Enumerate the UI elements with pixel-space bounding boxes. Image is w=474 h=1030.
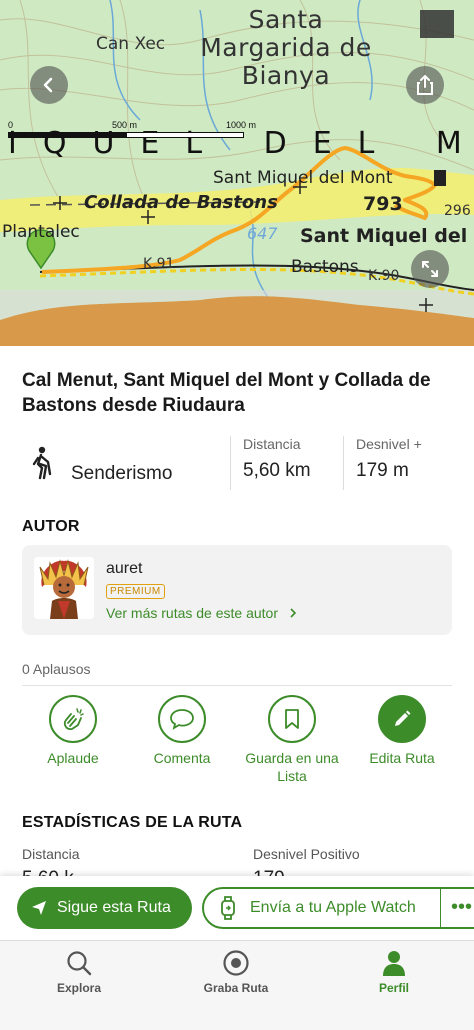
- author-card[interactable]: auret PREMIUM Ver más rutas de este auto…: [22, 545, 452, 635]
- clap-icon: [63, 708, 84, 730]
- tab-graba-ruta-label: Graba Ruta: [203, 981, 269, 995]
- navigation-arrow-icon: [32, 901, 46, 915]
- map-label-water: 647: [247, 224, 278, 243]
- elevation-value: 179 m: [356, 460, 409, 481]
- send-to-watch-label: Envía a tu Apple Watch: [250, 899, 416, 916]
- scale-segment-2: [126, 132, 244, 138]
- watch-icon: [221, 896, 235, 920]
- search-icon: [67, 951, 92, 976]
- map-label-elevation: 793: [363, 193, 403, 215]
- chevron-left-icon: [43, 77, 53, 93]
- chevron-right-icon: [290, 608, 297, 618]
- scale-tick-500: 500 m: [112, 120, 138, 130]
- comment-button-circle[interactable]: [158, 695, 206, 743]
- author-section-title: AUTOR: [22, 518, 80, 535]
- map-label-peak-big: Sant Miquel del: [300, 225, 468, 247]
- record-icon: [223, 950, 249, 976]
- stats-distance-label: Distancia: [22, 846, 80, 862]
- map-label-plantalec: Plantalec: [2, 222, 80, 242]
- back-button[interactable]: [30, 66, 68, 104]
- edit-route-button-circle[interactable]: [378, 695, 426, 743]
- save-to-list-label: Guarda en una Lista: [245, 750, 339, 784]
- distance-label: Distancia: [243, 436, 301, 452]
- map-label-collada: Collada de Bastons: [84, 192, 278, 213]
- author-name[interactable]: auret: [106, 560, 142, 578]
- scale-segment-1: [8, 132, 126, 138]
- stats-section-title: ESTADÍSTICAS DE LA RUTA: [22, 814, 243, 831]
- distance-stat: Distancia 5,60 km: [230, 436, 344, 490]
- user-icon: [383, 951, 405, 976]
- applause-count: 0 Aplausos: [22, 661, 91, 677]
- route-summary: Senderismo Distancia 5,60 km Desnivel + …: [22, 436, 454, 490]
- map-scale: 0 500 m 1000 m: [8, 120, 268, 150]
- comment-icon: [170, 709, 194, 730]
- expand-icon: [422, 261, 438, 277]
- bookmark-icon: [285, 709, 299, 729]
- share-icon: [417, 75, 433, 95]
- applaud-label: Aplaude: [47, 750, 99, 766]
- author-avatar-image: [34, 557, 94, 619]
- more-options-button[interactable]: •••: [441, 887, 474, 929]
- more-author-routes-link[interactable]: Ver más rutas de este autor: [106, 605, 298, 621]
- comment-button[interactable]: Comenta: [127, 695, 237, 767]
- elevation-label: Desnivel +: [356, 436, 422, 452]
- elevation-stat: Desnivel + 179 m: [343, 436, 455, 490]
- scale-tick-1000: 1000 m: [226, 120, 257, 130]
- tab-perfil[interactable]: Perfil: [334, 947, 454, 995]
- follow-route-button[interactable]: Sigue esta Ruta: [17, 887, 192, 929]
- tab-explora[interactable]: Explora: [19, 947, 139, 995]
- send-to-watch-button[interactable]: Envía a tu Apple Watch: [202, 887, 442, 929]
- applaud-button[interactable]: Aplaude: [18, 695, 128, 767]
- edit-route-label: Edita Ruta: [369, 750, 435, 766]
- more-author-routes-label: Ver más rutas de este autor: [106, 605, 278, 621]
- map-label-bastons: Bastons: [291, 257, 359, 277]
- stats-elevation-label: Desnivel Positivo: [253, 846, 360, 862]
- map-label-k91: K.91: [143, 256, 175, 272]
- scale-tick-0: 0: [8, 120, 14, 130]
- share-button[interactable]: [406, 66, 444, 104]
- map-label-k90: K.90: [368, 268, 400, 284]
- follow-route-label: Sigue esta Ruta: [57, 899, 171, 916]
- edit-route-button[interactable]: Edita Ruta: [347, 695, 457, 767]
- tab-graba-ruta[interactable]: Graba Ruta: [176, 947, 296, 995]
- route-action-bar: Sigue esta Ruta Envía a tu Apple Watch •…: [0, 876, 474, 940]
- activity-type: Senderismo: [71, 463, 173, 484]
- divider: [22, 685, 452, 686]
- pencil-icon: [395, 710, 411, 726]
- route-map[interactable]: Santa Margarida de Bianya Can Xec IQUEL …: [0, 0, 474, 346]
- tab-bar: Explora Graba Ruta Perfil: [0, 940, 474, 1030]
- tab-perfil-label: Perfil: [378, 981, 409, 995]
- map-label-peak-small: Sant Miquel del Mont: [213, 168, 393, 188]
- map-label-hamlet: Can Xec: [96, 34, 166, 54]
- expand-map-button[interactable]: [411, 250, 449, 288]
- comment-label: Comenta: [153, 750, 211, 766]
- hiking-icon: [32, 446, 52, 480]
- map-label-town: Santa Margarida de Bianya: [200, 5, 372, 90]
- avatar[interactable]: [34, 557, 94, 619]
- applaud-button-circle[interactable]: [49, 695, 97, 743]
- distance-value: 5,60 km: [243, 460, 311, 481]
- save-to-list-button[interactable]: Guarda en una Lista: [237, 695, 347, 785]
- premium-badge: PREMIUM: [106, 584, 165, 599]
- save-to-list-button-circle[interactable]: [268, 695, 316, 743]
- map-label-elevation-right: 296: [444, 203, 471, 219]
- tab-explora-label: Explora: [56, 981, 101, 995]
- route-title: Cal Menut, Sant Miquel del Mont y Collad…: [22, 370, 431, 416]
